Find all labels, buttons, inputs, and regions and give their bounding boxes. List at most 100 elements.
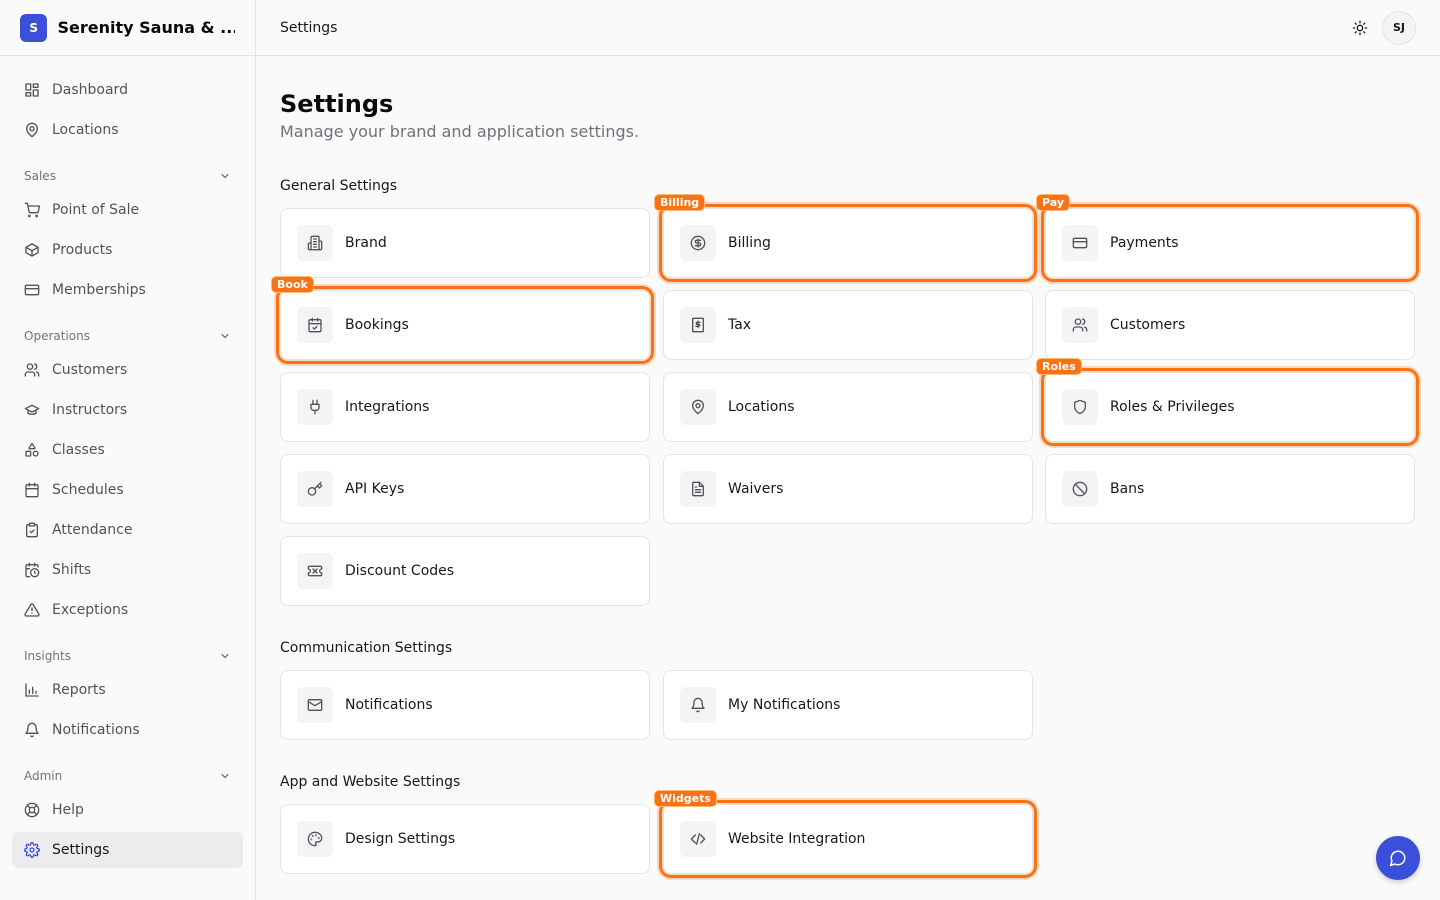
card-label: Tax [728, 317, 752, 333]
brand-header[interactable]: S Serenity Sauna & ... [0, 0, 255, 56]
sidebar-item-label: Instructors [52, 402, 128, 418]
cart-icon [24, 202, 40, 218]
palette-icon [307, 831, 323, 847]
sidebar-item-products[interactable]: Products [12, 232, 243, 268]
page-subtitle: Manage your brand and application settin… [280, 122, 640, 141]
sidebar-item-settings[interactable]: Settings [12, 832, 243, 868]
gear-icon [24, 842, 40, 858]
shield-icon [1074, 399, 1086, 415]
brand-name: Serenity Sauna & ... [57, 18, 235, 37]
settings-card-bans[interactable]: Bans [1045, 454, 1415, 524]
settings-card-discount-codes[interactable]: Discount Codes [280, 536, 650, 606]
bell-icon [25, 722, 39, 738]
sidebar-item-attendance[interactable]: Attendance [12, 512, 243, 548]
sidebar-item-shifts[interactable]: Shifts [12, 552, 243, 588]
settings-card-website-integration[interactable]: Widgets Website Integration [654, 790, 1037, 878]
settings-card-tax[interactable]: Tax [663, 290, 1033, 360]
chat-support-button[interactable] [1376, 836, 1420, 880]
sidebar-item-label: Help [52, 802, 84, 818]
sidebar-item-memberships[interactable]: Memberships [12, 272, 243, 308]
settings-card-locations[interactable]: Locations [663, 372, 1033, 442]
sidebar-item-point-of-sale[interactable]: Point of Sale [12, 192, 243, 228]
card-label: My Notifications [728, 697, 841, 713]
plug-icon [310, 399, 320, 415]
sidebar-item-reports[interactable]: Reports [12, 672, 243, 708]
dashboard-icon [25, 83, 39, 97]
users-icon [1072, 318, 1088, 332]
sidebar-item-help[interactable]: Help [12, 792, 243, 828]
sidebar-item-instructors[interactable]: Instructors [12, 392, 243, 428]
receipt-icon [692, 317, 704, 333]
key-icon [307, 481, 323, 496]
section-title-app-website: App and Website Settings [280, 774, 461, 790]
settings-card-waivers[interactable]: Waivers [663, 454, 1033, 524]
card-label: Bookings [345, 317, 409, 333]
settings-card-design-settings[interactable]: Design Settings [280, 804, 650, 874]
sidebar-item-label: Attendance [52, 522, 133, 538]
sidebar-item-label: Exceptions [52, 602, 129, 618]
avatar[interactable]: SJ [1382, 10, 1416, 45]
sidebar-group-label: Sales [24, 169, 56, 183]
settings-card-my-notifications[interactable]: My Notifications [663, 670, 1033, 740]
life-buoy-icon [24, 802, 40, 818]
theme-toggle-button[interactable] [1344, 12, 1376, 44]
file-text-icon [692, 481, 704, 497]
sidebar-group-sales[interactable]: Sales [12, 160, 243, 192]
card-icon [24, 284, 40, 296]
card-label: Brand [345, 235, 387, 251]
settings-card-brand[interactable]: Brand [280, 208, 650, 278]
card-label: Roles & Privileges [1110, 399, 1235, 415]
sidebar-item-label: Schedules [52, 482, 124, 498]
sidebar-item-label: Point of Sale [52, 202, 140, 218]
sidebar-item-exceptions[interactable]: Exceptions [12, 592, 243, 628]
mail-icon [307, 699, 323, 711]
bar-chart-icon [25, 683, 39, 697]
settings-card-integrations[interactable]: Integrations [280, 372, 650, 442]
sidebar-item-label: Reports [52, 682, 106, 698]
sidebar-item-notifications[interactable]: Notifications [12, 712, 243, 748]
sidebar-item-label: Dashboard [52, 82, 128, 98]
sidebar-item-label: Memberships [52, 282, 146, 298]
sidebar-item-label: Locations [52, 122, 119, 138]
settings-card-payments[interactable]: Pay Payments [1036, 194, 1419, 282]
shapes-icon [25, 443, 39, 457]
card-label: Payments [1110, 235, 1179, 251]
calendar-check-icon [308, 317, 322, 333]
sidebar-item-schedules[interactable]: Schedules [12, 472, 243, 508]
sun-icon [1352, 20, 1368, 35]
settings-card-bookings[interactable]: Book Bookings [271, 276, 654, 364]
section-title-general: General Settings [280, 178, 398, 194]
sidebar-group-admin[interactable]: Admin [12, 760, 243, 792]
card-label: Bans [1110, 481, 1145, 497]
chevron-down-icon [221, 174, 229, 178]
sidebar-item-customers[interactable]: Customers [12, 352, 243, 388]
settings-card-customers[interactable]: Customers [1045, 290, 1415, 360]
highlight-tag: Book [271, 276, 314, 293]
settings-card-billing[interactable]: Billing Billing [654, 194, 1037, 282]
card-label: Website Integration [728, 831, 866, 847]
sidebar-item-label: Products [52, 242, 113, 258]
calendar-clock-icon [25, 562, 40, 578]
settings-card-api-keys[interactable]: API Keys [280, 454, 650, 524]
chevron-down-icon [221, 774, 229, 778]
sidebar: S Serenity Sauna & ... Dashboard Locatio… [0, 0, 256, 900]
clipboard-check-icon [26, 522, 38, 538]
sidebar-item-label: Customers [52, 362, 128, 378]
sidebar-group-operations[interactable]: Operations [12, 320, 243, 352]
sidebar-group-label: Admin [24, 769, 63, 783]
sidebar-item-classes[interactable]: Classes [12, 432, 243, 468]
card-label: Waivers [728, 481, 784, 497]
users-icon [24, 363, 40, 377]
topbar-actions: SJ [1344, 10, 1416, 45]
code-icon [690, 833, 706, 845]
settings-card-notifications[interactable]: Notifications [280, 670, 650, 740]
ticket-icon [307, 565, 323, 577]
chevron-down-icon [221, 334, 229, 338]
map-pin-icon [26, 122, 38, 138]
settings-card-roles-privileges[interactable]: Roles Roles & Privileges [1036, 358, 1419, 446]
sidebar-group-insights[interactable]: Insights [12, 640, 243, 672]
sidebar-item-dashboard[interactable]: Dashboard [12, 72, 243, 108]
sidebar-item-locations[interactable]: Locations [12, 112, 243, 148]
chevron-down-icon [221, 654, 229, 658]
sidebar-group-label: Insights [24, 649, 71, 663]
